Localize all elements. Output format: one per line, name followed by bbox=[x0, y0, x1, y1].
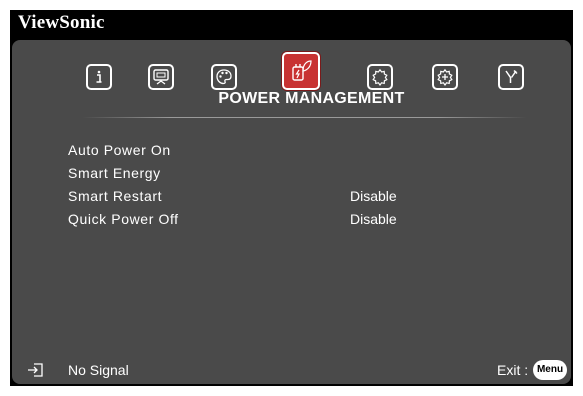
status-bar: No Signal Exit : Menu bbox=[12, 359, 571, 383]
section-title: POWER MANAGEMENT bbox=[218, 90, 405, 107]
tab-advanced-settings[interactable] bbox=[432, 64, 458, 90]
menu-item-label: Quick Power Off bbox=[68, 211, 179, 227]
menu-item-value: Disable bbox=[350, 188, 397, 204]
input-source-icon bbox=[26, 361, 46, 382]
osd-window: ViewSonic POWER MANAGEMENT Auto Power On… bbox=[10, 10, 573, 386]
advanced-gear-icon bbox=[437, 68, 453, 86]
osd-panel: POWER MANAGEMENT Auto Power On Smart Ene… bbox=[12, 40, 571, 384]
menu-item-label: Smart Restart bbox=[68, 188, 163, 204]
tools-icon bbox=[505, 69, 518, 83]
menu-item-quick-power-off[interactable]: Quick Power Off Disable bbox=[12, 209, 571, 232]
menu-item-label: Auto Power On bbox=[68, 142, 171, 158]
power-leaf-icon bbox=[292, 60, 312, 81]
settings-gear-icon bbox=[372, 68, 388, 86]
tab-display[interactable] bbox=[148, 64, 174, 90]
tab-image[interactable] bbox=[211, 64, 237, 90]
menu-item-value: Disable bbox=[350, 211, 397, 227]
image-palette-icon bbox=[216, 69, 232, 85]
exit-label: Exit : bbox=[497, 362, 529, 378]
signal-status: No Signal bbox=[68, 362, 129, 378]
tab-information[interactable] bbox=[86, 64, 112, 90]
menu-item-auto-power-on[interactable]: Auto Power On bbox=[12, 140, 571, 163]
information-icon bbox=[96, 70, 102, 83]
menu-list: Auto Power On Smart Energy Smart Restart… bbox=[12, 140, 571, 232]
tab-tools[interactable] bbox=[498, 64, 524, 90]
brand-logo: ViewSonic bbox=[18, 12, 105, 33]
menu-item-smart-energy[interactable]: Smart Energy bbox=[12, 163, 571, 186]
menu-button[interactable]: Menu bbox=[533, 360, 567, 380]
title-divider bbox=[82, 117, 527, 118]
menu-item-smart-restart[interactable]: Smart Restart Disable bbox=[12, 186, 571, 209]
tab-power-management[interactable] bbox=[282, 52, 320, 90]
menu-item-label: Smart Energy bbox=[68, 165, 161, 181]
tab-basic-settings[interactable] bbox=[367, 64, 393, 90]
display-icon bbox=[153, 69, 169, 85]
